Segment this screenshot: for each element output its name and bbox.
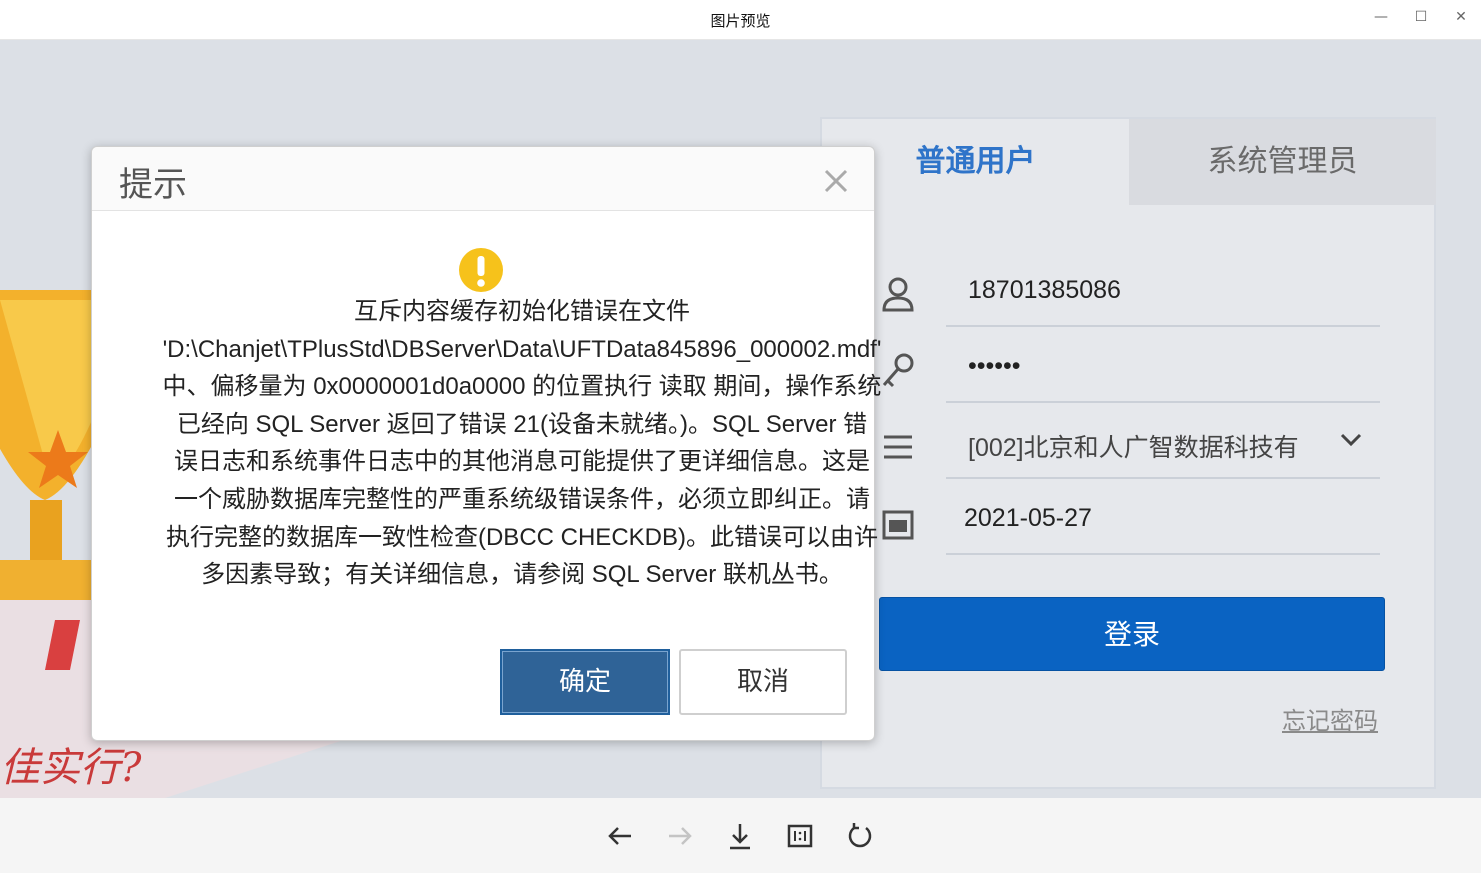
alert-dialog: 提示 互斥内容缓存初始化错误在文件 'D:\Chanjet\TPlusStd\D… — [91, 146, 881, 741]
rotate-icon[interactable] — [844, 820, 876, 852]
ok-button[interactable]: 确定 — [500, 649, 670, 715]
minimize-button[interactable]: — — [1368, 6, 1394, 28]
message-line: 误日志和系统事件日志中的其他消息可能提供了更详细信息。这是 — [174, 448, 870, 476]
password-value: •••••• — [968, 352, 1021, 380]
back-arrow-icon[interactable] — [604, 820, 636, 852]
dialog-header: 提示 — [92, 147, 874, 211]
message-line: 一个威胁数据库完整性的严重系统级错误条件，必须立即纠正。请 — [174, 485, 870, 513]
cancel-button[interactable]: 取消 — [679, 649, 847, 715]
date-field[interactable]: 2021-05-27 — [946, 485, 1380, 555]
message-line: 中、偏移量为 0x0000001d0a0000 的位置执行 读取 期间，操作系统 — [162, 373, 882, 401]
message-line: 'D:\Chanjet\TPlusStd\DBServer\Data\UFTDa… — [162, 335, 882, 363]
message-line: 多因素导致；有关详细信息，请参阅 SQL Server 联机丛书。 — [201, 561, 843, 589]
warning-icon — [459, 248, 503, 292]
maximize-button[interactable]: ☐ — [1408, 6, 1434, 28]
tab-system-admin[interactable]: 系统管理员 — [1129, 119, 1436, 205]
window-title: 图片预览 — [710, 12, 771, 30]
username-value: 18701385086 — [968, 276, 1121, 304]
forward-arrow-icon[interactable] — [664, 820, 696, 852]
message-line: 执行完整的数据库一致性检查(DBCC CHECKDB)。此错误可以由许 — [165, 523, 878, 551]
download-icon[interactable] — [724, 820, 756, 852]
account-set-select[interactable]: [002]北京和人广智数据科技有 — [946, 409, 1380, 479]
date-value: 2021-05-27 — [964, 504, 1092, 532]
close-icon[interactable] — [820, 165, 852, 197]
window-titlebar: 图片预览 — ☐ ✕ — [0, 0, 1481, 40]
forgot-password-link[interactable]: 忘记密码 — [1282, 701, 1378, 736]
message-line: 已经向 SQL Server 返回了错误 21(设备未就绪。)。SQL Serv… — [176, 410, 868, 438]
dialog-message: 互斥内容缓存初始化错误在文件 'D:\Chanjet\TPlusStd\DBSe… — [122, 293, 922, 594]
viewer-toolbar — [0, 798, 1481, 873]
window-close-button[interactable]: ✕ — [1448, 6, 1474, 28]
account-set-value: [002]北京和人广智数据科技有 — [968, 434, 1299, 462]
login-button[interactable]: 登录 — [879, 597, 1385, 671]
password-field[interactable]: •••••• — [946, 333, 1380, 403]
chevron-down-icon — [1340, 433, 1362, 447]
message-line: 互斥内容缓存初始化错误在文件 — [354, 298, 690, 325]
actual-size-icon[interactable] — [784, 820, 816, 852]
background-slogan: 佳实行? — [0, 745, 142, 791]
username-field[interactable]: 18701385086 — [946, 257, 1380, 327]
dialog-title: 提示 — [119, 165, 187, 205]
